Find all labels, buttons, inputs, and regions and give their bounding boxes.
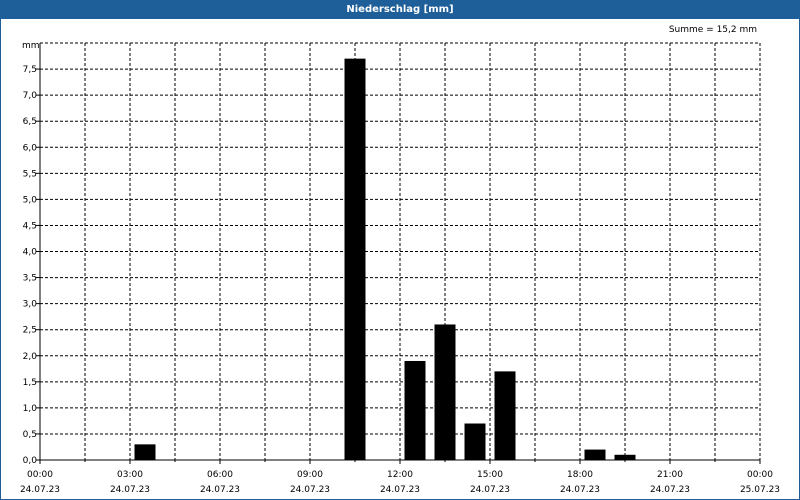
x-tick-time: 00:00 [27, 470, 53, 480]
x-tick-date: 24.07.23 [200, 485, 240, 495]
x-tick-date: 24.07.23 [650, 485, 690, 495]
y-tick-label: 6,5 [23, 117, 37, 127]
y-tick-label: 0,0 [23, 456, 38, 466]
x-tick-time: 03:00 [117, 470, 143, 480]
x-tick-time: 00:00 [747, 470, 773, 480]
y-tick-label: 1,5 [23, 378, 37, 388]
x-tick-date: 24.07.23 [380, 485, 420, 495]
precipitation-bar [464, 423, 486, 460]
x-tick-date: 24.07.23 [110, 485, 150, 495]
y-axis-unit: mm [22, 41, 40, 51]
bars [134, 58, 636, 460]
x-tick-time: 06:00 [207, 470, 233, 480]
y-tick-label: 2,0 [23, 352, 38, 362]
x-tick-labels: 00:00 24.07.23 03:00 24.07.23 06:00 24.07.23 0… [20, 470, 780, 495]
y-tick-label: 4,5 [23, 221, 37, 231]
y-tick-label: 1,0 [23, 404, 38, 414]
y-tick-label: 3,5 [23, 274, 37, 284]
y-tick-label: 0,5 [23, 430, 37, 440]
x-tick-time: 18:00 [567, 470, 593, 480]
y-tick-label: 6,0 [23, 143, 38, 153]
y-tick-label: 2,5 [23, 326, 37, 336]
precipitation-bar [614, 454, 636, 460]
precipitation-bar [494, 371, 516, 460]
x-tick-date: 24.07.23 [20, 485, 60, 495]
grid-lines [40, 42, 761, 460]
y-tick-label: 5,0 [23, 195, 38, 205]
precipitation-bar [584, 449, 606, 460]
x-tick-date: 24.07.23 [290, 485, 330, 495]
y-tick-label: 7,0 [23, 91, 38, 101]
axes [36, 43, 761, 464]
x-tick-time: 21:00 [657, 470, 683, 480]
precipitation-bar [404, 360, 426, 460]
x-tick-time: 12:00 [387, 470, 413, 480]
x-tick-date: 24.07.23 [560, 485, 600, 495]
y-tick-label: 5,5 [23, 169, 37, 179]
x-tick-time: 09:00 [297, 470, 323, 480]
precipitation-bar [344, 58, 366, 460]
x-tick-date: 25.07.23 [740, 485, 780, 495]
x-tick-time: 15:00 [477, 470, 503, 480]
y-tick-label: 7,5 [23, 65, 37, 75]
precipitation-bar [434, 324, 456, 460]
y-tick-label: 4,0 [23, 248, 38, 258]
y-tick-label: 3,0 [23, 300, 38, 310]
x-tick-date: 24.07.23 [470, 485, 510, 495]
precipitation-bar [134, 444, 156, 460]
y-tick-labels: 0,0 0,5 1,0 1,5 2,0 2,5 3,0 3,5 4,0 4,5 5,0 5,5 6,0 6… [23, 65, 38, 466]
precipitation-chart: 0,0 0,5 1,0 1,5 2,0 2,5 3,0 3,5 4,0 4,5 5,0 5,5 6,0 6… [20, 41, 780, 495]
